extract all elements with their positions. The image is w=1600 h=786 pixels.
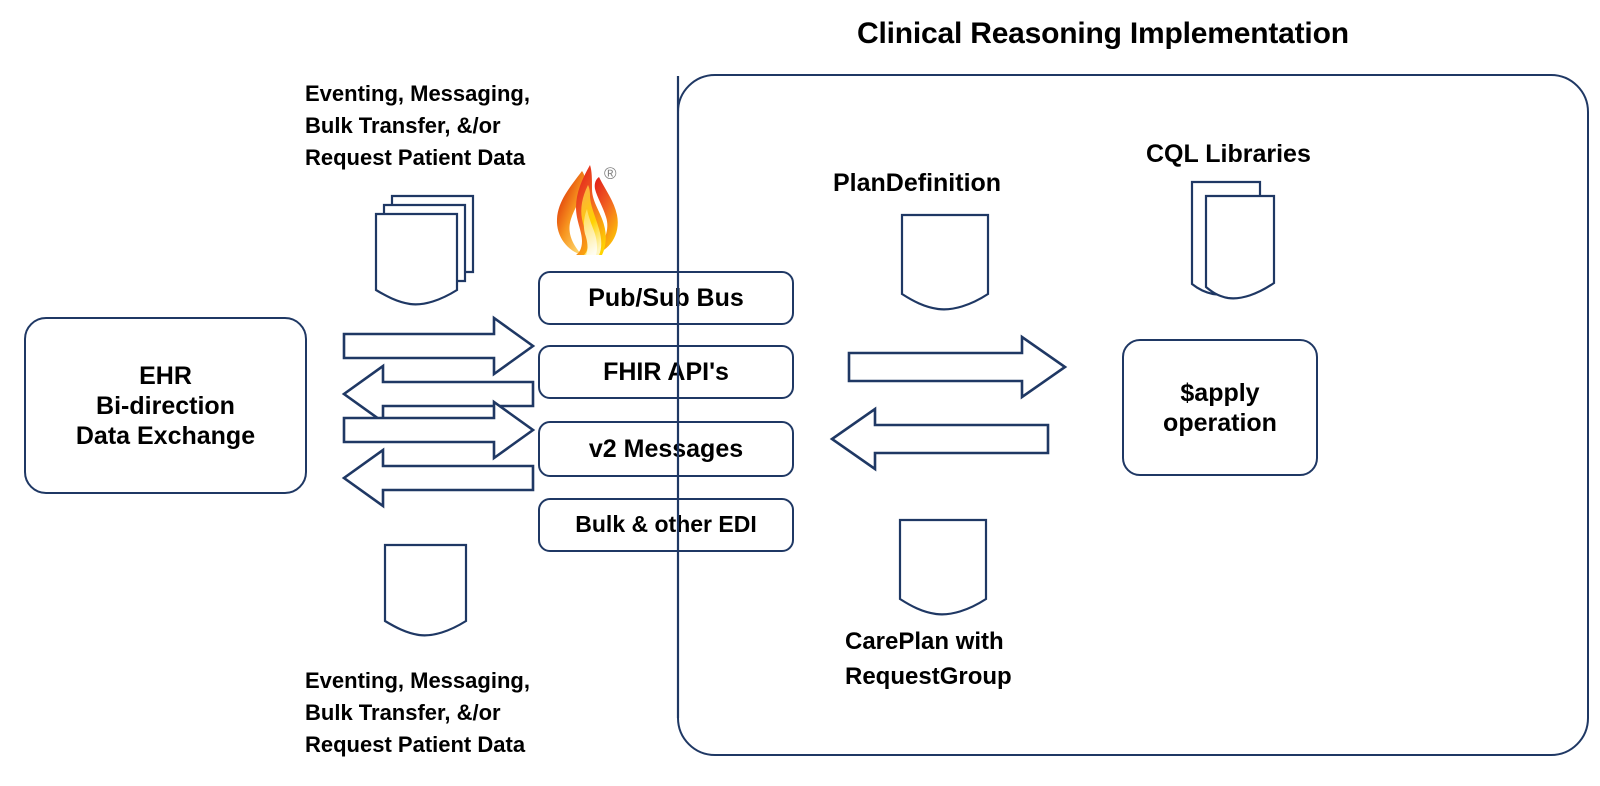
- document-bottom-left: [383, 543, 468, 637]
- pub-sub-bus-box[interactable]: Pub/Sub Bus: [538, 271, 794, 325]
- bulk-edi-label: Bulk & other EDI: [575, 511, 757, 538]
- left-arrow-right-2: [342, 399, 536, 461]
- ehr-box[interactable]: EHR Bi-direction Data Exchange: [24, 317, 307, 494]
- plandefinition-label: PlanDefinition: [833, 169, 1002, 197]
- left-arrow-left-1: [341, 363, 535, 425]
- bottom-data-exchange-note: Eventing, Messaging, Bulk Transfer, &/or…: [305, 668, 530, 757]
- registered-trademark-mark: ®: [604, 164, 617, 183]
- fhir-api-box[interactable]: FHIR API's: [538, 345, 794, 399]
- left-arrow-right-1: [342, 315, 536, 377]
- document-stack-top-left: [374, 194, 475, 306]
- bulk-edi-box[interactable]: Bulk & other EDI: [538, 498, 794, 552]
- fhir-api-label: FHIR API's: [603, 358, 729, 386]
- apply-operation-box[interactable]: $apply operation: [1122, 339, 1318, 476]
- apply-operation-label: $apply operation: [1163, 378, 1277, 437]
- top-data-exchange-note: Eventing, Messaging, Bulk Transfer, &/or…: [305, 81, 530, 170]
- left-arrow-left-2: [341, 447, 535, 509]
- diagram-title: Clinical Reasoning Implementation: [857, 17, 1349, 50]
- careplan-requestgroup-label: CarePlan with RequestGroup: [845, 628, 1012, 690]
- cql-libraries-label: CQL Libraries: [1146, 140, 1311, 168]
- left-arrow-group: [341, 315, 536, 509]
- v2-messages-label: v2 Messages: [588, 435, 744, 463]
- pub-sub-bus-label: Pub/Sub Bus: [588, 284, 744, 312]
- diagram-canvas: Clinical Reasoning Implementation Eventi…: [0, 0, 1600, 786]
- v2-messages-box[interactable]: v2 Messages: [538, 421, 794, 477]
- ehr-box-label: EHR Bi-direction Data Exchange: [75, 361, 256, 450]
